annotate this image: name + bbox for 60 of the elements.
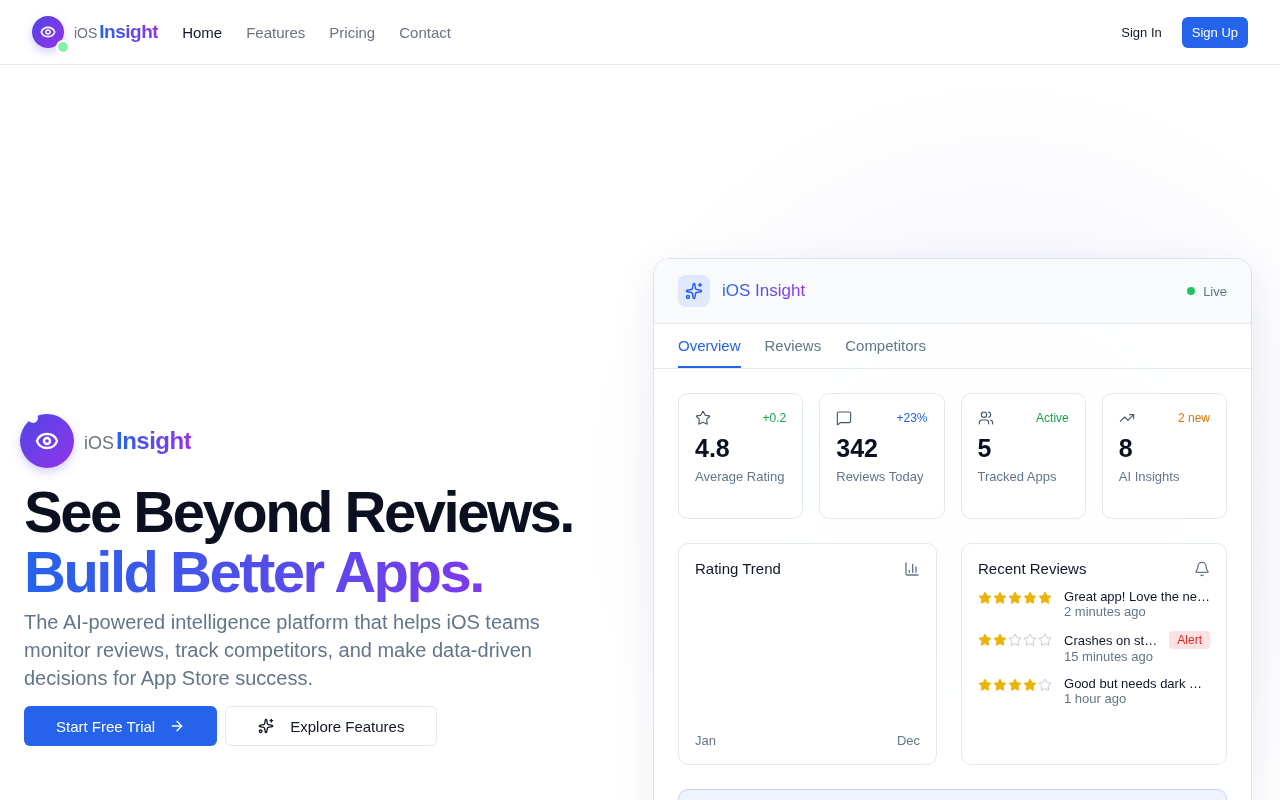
- users-icon: [977, 410, 994, 426]
- filled-star-icon: [1008, 678, 1022, 692]
- stat-change: +23%: [896, 411, 928, 425]
- nav-link[interactable]: Pricing: [329, 23, 376, 41]
- dashboard-tab[interactable]: Reviews: [764, 324, 822, 368]
- status-label: Live: [1203, 283, 1227, 299]
- sparkles-icon: [678, 275, 710, 307]
- review-time: 15 minutes ago: [1064, 649, 1154, 664]
- review-text: Crashes on st…: [1064, 632, 1158, 648]
- stat-label: Tracked Apps: [977, 469, 1058, 485]
- panel-title: Recent Reviews: [978, 560, 1087, 577]
- dashboard-tab[interactable]: Overview: [678, 324, 741, 368]
- dashboard-title: iOS Insight: [722, 281, 806, 301]
- nav-link[interactable]: Contact: [399, 23, 451, 41]
- filled-star-icon: [1023, 591, 1037, 605]
- panel-title: Rating Trend: [695, 560, 781, 577]
- stat-change: Active: [1036, 411, 1069, 425]
- sign-in-button[interactable]: Sign In: [1121, 16, 1162, 48]
- stat-label: Reviews Today: [836, 469, 925, 485]
- stat-value: 4.8: [695, 434, 731, 463]
- filled-star-icon: [978, 678, 992, 692]
- stat-value: 5: [977, 434, 993, 463]
- chart-icon: [904, 560, 920, 577]
- filled-star-icon: [978, 633, 992, 647]
- stat-label: Average Rating: [695, 469, 786, 485]
- axis-label: Jan: [695, 733, 716, 748]
- review-text: Great app! Love the ne…: [1064, 589, 1210, 604]
- review-text: Good but needs dark …: [1064, 676, 1203, 691]
- sign-up-button[interactable]: Sign Up: [1181, 16, 1248, 48]
- nav-link[interactable]: Home: [182, 23, 223, 41]
- review-time: 1 hour ago: [1064, 691, 1128, 706]
- stat-change: +0.2: [762, 411, 787, 425]
- message-icon: [836, 410, 853, 426]
- filled-star-icon: [993, 591, 1007, 605]
- start-trial-button[interactable]: Start Free Trial: [24, 706, 218, 746]
- sparkles-icon: [258, 718, 275, 734]
- logo-icon: [20, 414, 74, 468]
- logo-prefix: iOS: [74, 25, 98, 41]
- explore-button[interactable]: Explore Features: [225, 706, 438, 746]
- filled-star-icon: [1038, 591, 1052, 605]
- stat-value: 342: [836, 434, 879, 463]
- stat-value: 8: [1118, 434, 1134, 463]
- alert-tag: Alert: [1169, 631, 1210, 649]
- nav-link[interactable]: Features: [246, 23, 306, 41]
- filled-star-icon: [993, 633, 1007, 647]
- filled-star-icon: [993, 678, 1007, 692]
- stat-label: AI Insights: [1118, 469, 1181, 485]
- axis-label: Dec: [896, 733, 920, 748]
- stat-change: 2 new: [1177, 411, 1210, 425]
- headline: See Beyond Reviews.: [24, 482, 574, 542]
- star-icon: [695, 410, 711, 426]
- filled-star-icon: [1023, 678, 1037, 692]
- review-time: 2 minutes ago: [1064, 604, 1147, 619]
- filled-star-icon: [1008, 591, 1022, 605]
- status-dot: [1187, 287, 1196, 295]
- bell-icon: [1194, 560, 1210, 577]
- filled-star-icon: [978, 591, 992, 605]
- dashboard-tab[interactable]: Competitors: [845, 324, 927, 368]
- logo-prefix: iOS: [84, 433, 114, 454]
- hero-description: The AI-powered intelligence platform that helps iOS teams monitor reviews, track competitors, and make data-driven decisions for App Store success.: [24, 610, 541, 691]
